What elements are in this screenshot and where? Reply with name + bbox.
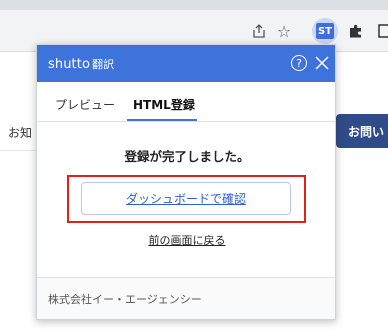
page-divider xyxy=(0,150,36,151)
completion-message: 登録が完了しました。 xyxy=(124,149,250,164)
dashboard-button[interactable]: ダッシュボードで確認 xyxy=(81,182,291,215)
brand-name: shutto xyxy=(48,57,90,72)
browser-tab-strip xyxy=(0,0,388,10)
tab-html-register[interactable]: HTML登録 xyxy=(133,96,195,113)
extension-badge: ST xyxy=(316,23,334,39)
close-icon[interactable] xyxy=(314,54,330,72)
page-nav-link[interactable]: お知 xyxy=(8,124,32,141)
popup-header: shutto 翻訳 ? xyxy=(37,45,335,82)
company-name: 株式会社イー・エージェンシー xyxy=(48,293,202,306)
window-icon[interactable] xyxy=(374,21,388,41)
shutto-popup: shutto 翻訳 ? プレビュー HTML登録 登録が完了しました。 ダッシュボ… xyxy=(36,44,336,320)
popup-tabs: プレビュー HTML登録 xyxy=(37,82,335,122)
popup-body: 登録が完了しました。 ダッシュボードで確認 前の画面に戻る xyxy=(37,122,335,277)
active-tab-indicator xyxy=(127,119,197,121)
back-link[interactable]: 前の画面に戻る xyxy=(37,232,337,248)
brand-sub: 翻訳 xyxy=(92,58,115,71)
popup-footer: 株式会社イー・エージェンシー xyxy=(37,277,335,319)
star-icon[interactable]: ☆ xyxy=(274,21,294,41)
brand-logo: shutto 翻訳 xyxy=(48,56,114,72)
help-icon[interactable]: ? xyxy=(291,55,307,71)
contact-button[interactable]: お問い xyxy=(336,114,388,148)
share-icon[interactable] xyxy=(249,21,269,41)
tab-preview[interactable]: プレビュー xyxy=(55,96,115,113)
shutto-extension-icon[interactable]: ST xyxy=(312,18,338,44)
puzzle-icon[interactable] xyxy=(346,21,366,41)
